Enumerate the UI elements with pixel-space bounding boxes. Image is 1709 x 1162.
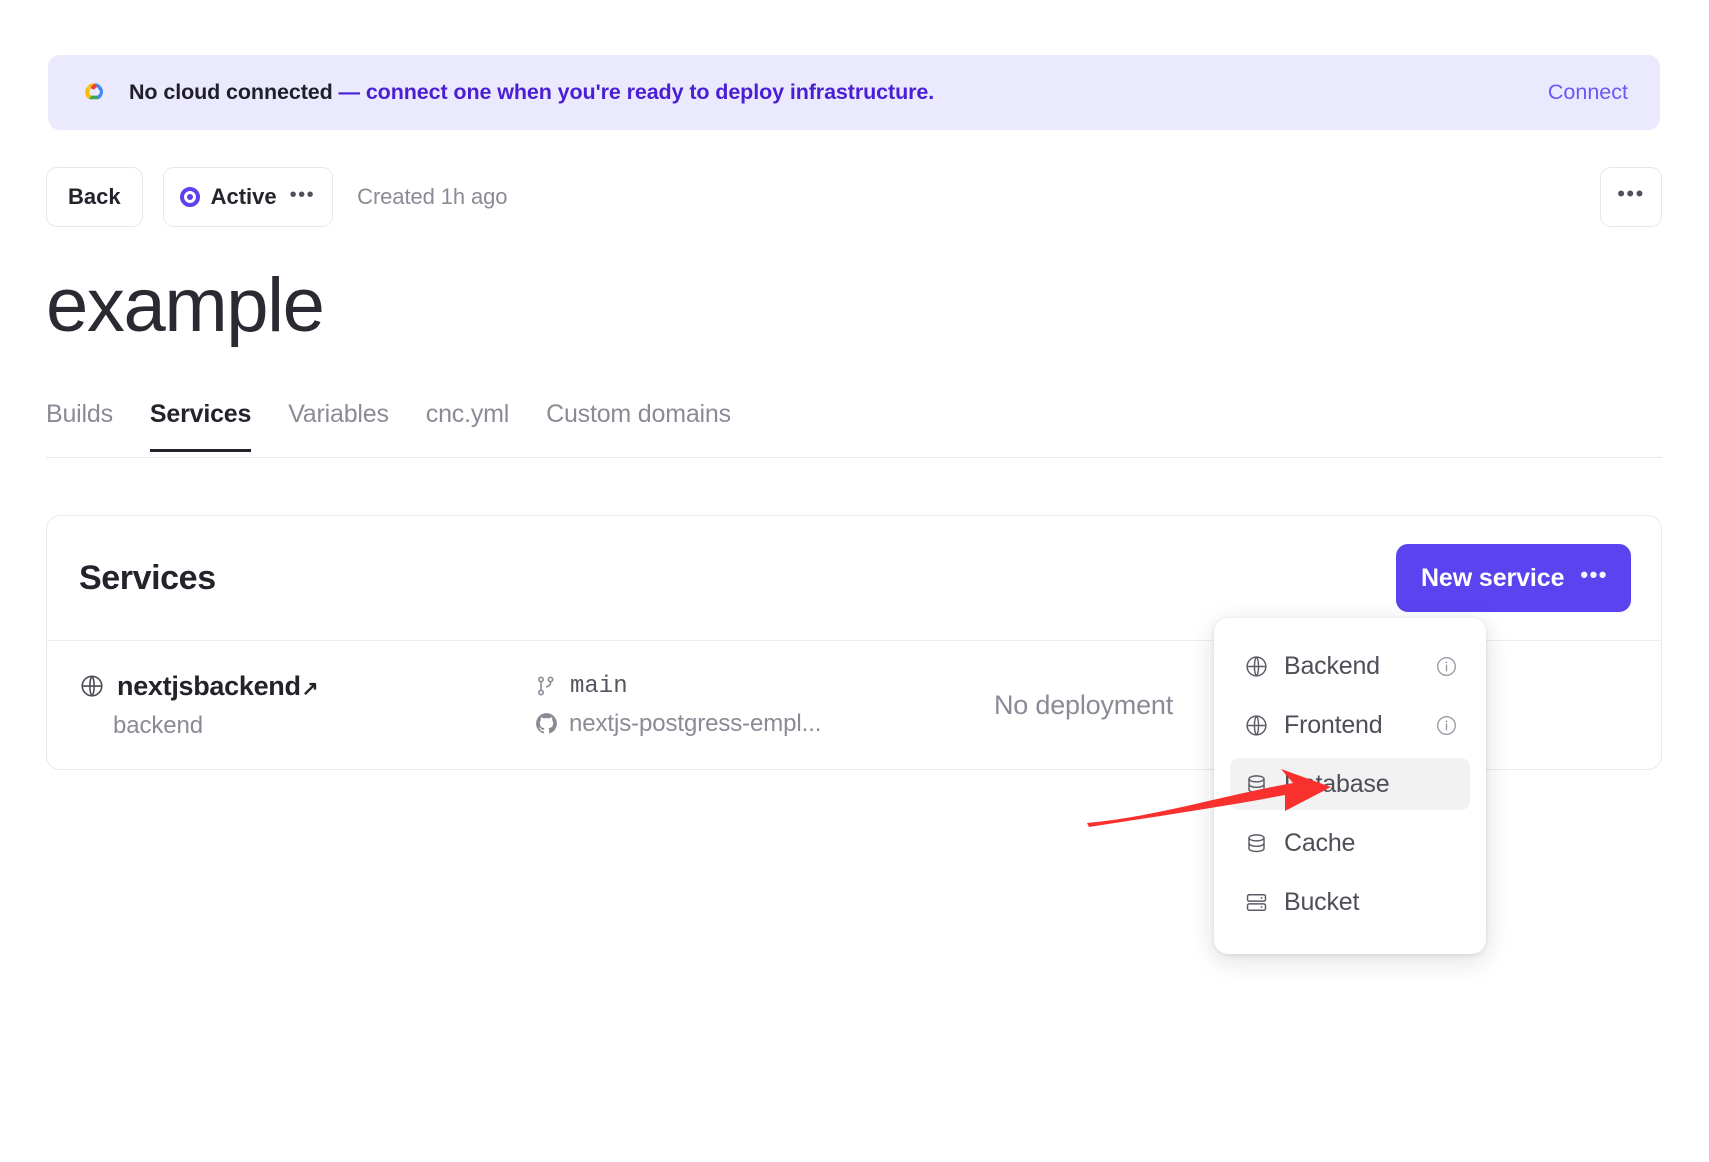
- page-title: example: [46, 263, 325, 348]
- globe-icon: [1244, 654, 1269, 679]
- globe-icon: [79, 673, 105, 699]
- tab-cnc-yml[interactable]: cnc.yml: [426, 400, 510, 452]
- tab-services[interactable]: Services: [149, 400, 251, 452]
- new-service-label: New service: [1420, 563, 1565, 592]
- database-icon: [1244, 772, 1269, 797]
- service-name-cell: nextjsbackend ↗ backend: [79, 671, 534, 740]
- dropdown-item-backend[interactable]: Backend: [1230, 640, 1470, 692]
- page-toolbar: Back Active ••• Created 1h ago •••: [46, 167, 1662, 227]
- banner-text-strong: No cloud connected: [129, 80, 333, 104]
- bucket-icon: [1244, 890, 1269, 915]
- dropdown-item-label: Frontend: [1284, 710, 1383, 739]
- dropdown-item-database[interactable]: Database: [1230, 758, 1470, 810]
- github-icon: [534, 711, 559, 736]
- cloud-connect-banner: No cloud connected — connect one when yo…: [48, 55, 1660, 130]
- active-status-icon: [179, 187, 200, 207]
- globe-icon: [1244, 713, 1269, 738]
- tab-builds[interactable]: Builds: [46, 400, 113, 452]
- dropdown-item-label: Bucket: [1284, 887, 1360, 916]
- banner-text-rest: — connect one when you're ready to deplo…: [332, 80, 935, 104]
- page-more-button[interactable]: •••: [1600, 167, 1662, 227]
- dropdown-item-label: Cache: [1284, 828, 1356, 857]
- service-branch-cell: main nextjs-postgress-empl...: [534, 673, 994, 738]
- tab-variables[interactable]: Variables: [288, 400, 389, 452]
- dropdown-item-frontend[interactable]: Frontend: [1230, 699, 1470, 751]
- connect-link[interactable]: Connect: [1548, 80, 1628, 105]
- dropdown-item-bucket[interactable]: Bucket: [1230, 876, 1470, 928]
- dropdown-item-label: Backend: [1284, 651, 1380, 680]
- service-repo: nextjs-postgress-empl...: [569, 709, 822, 737]
- services-card-title: Services: [79, 558, 216, 597]
- ellipsis-icon: •••: [1617, 181, 1645, 206]
- service-name-text: nextjsbackend: [117, 670, 301, 701]
- info-icon[interactable]: [1435, 655, 1458, 678]
- info-icon[interactable]: [1435, 714, 1458, 737]
- deployment-status: No deployment: [994, 689, 1174, 720]
- new-service-dropdown: Backend Frontend Database Cache Bucket: [1214, 618, 1486, 954]
- database-icon: [1244, 831, 1269, 856]
- git-branch-icon: [534, 674, 558, 698]
- banner-message: No cloud connected — connect one when yo…: [78, 77, 1548, 109]
- banner-text: No cloud connected — connect one when yo…: [129, 80, 934, 105]
- tab-custom-domains[interactable]: Custom domains: [546, 400, 731, 452]
- service-subtitle: backend: [113, 711, 204, 739]
- tab-bar: Builds Services Variables cnc.yml Custom…: [46, 400, 1662, 458]
- ellipsis-icon: •••: [1580, 562, 1608, 587]
- status-more-icon[interactable]: •••: [290, 185, 316, 205]
- service-branch: main: [570, 672, 628, 700]
- dropdown-item-cache[interactable]: Cache: [1230, 817, 1470, 869]
- created-timestamp: Created 1h ago: [357, 184, 508, 209]
- service-name[interactable]: nextjsbackend ↗: [117, 671, 318, 702]
- google-cloud-icon: [78, 77, 110, 109]
- external-link-icon: ↗: [301, 677, 319, 700]
- back-button[interactable]: Back: [46, 167, 143, 227]
- status-badge[interactable]: Active •••: [162, 167, 334, 227]
- status-label: Active: [210, 184, 277, 209]
- dropdown-item-label: Database: [1284, 769, 1390, 798]
- new-service-button[interactable]: New service •••: [1395, 544, 1631, 612]
- app-page: No cloud connected — connect one when yo…: [0, 0, 1709, 1162]
